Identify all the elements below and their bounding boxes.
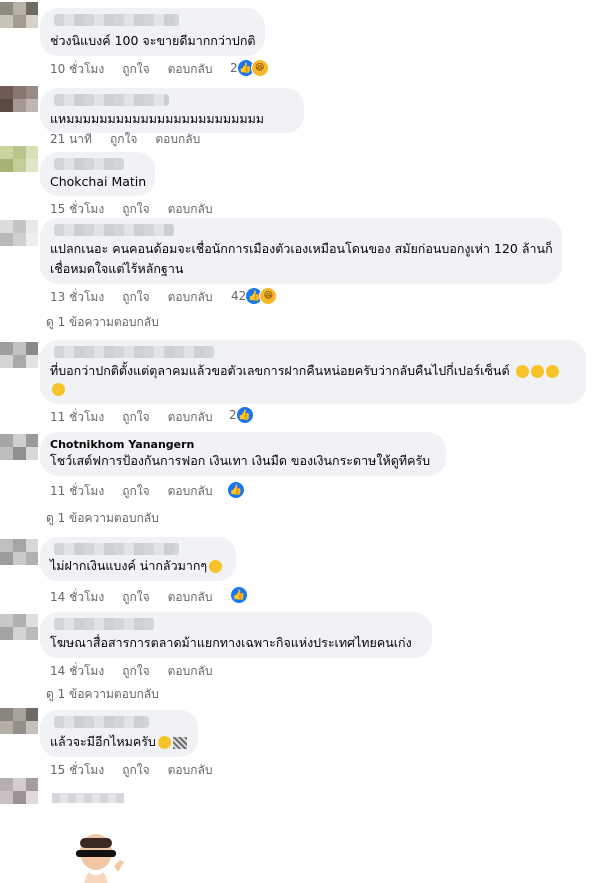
author-name-blurred[interactable] xyxy=(54,224,174,236)
comment-text: ที่บอกว่าปกติตั้งแต่ตุลาคมแล้วขอตัวเลขกา… xyxy=(50,360,559,382)
like-action[interactable]: ถูกใจ xyxy=(122,664,149,678)
author-name-blurred[interactable] xyxy=(54,94,169,106)
view-replies-link[interactable]: ดู 1 ข้อความตอบกลับ xyxy=(46,313,159,332)
author-name-blurred[interactable] xyxy=(52,793,124,803)
comment-text: ช่วงนิแบงค์ 100 จะขายดีมากกว่าปกติ xyxy=(50,33,256,48)
comment-time[interactable]: 13 ชั่วโมง xyxy=(50,290,104,304)
reply-action[interactable]: ตอบกลับ xyxy=(168,62,213,76)
avatar[interactable] xyxy=(0,86,38,126)
reply-action[interactable]: ตอบกลับ xyxy=(168,484,213,498)
reply-action[interactable]: ตอบกลับ xyxy=(168,590,213,604)
comment-meta: 15 ชั่วโมง ถูกใจ ตอบกลับ xyxy=(50,200,230,219)
comment-time[interactable]: 15 ชั่วโมง xyxy=(50,763,104,777)
laugh-emoji-icon xyxy=(209,560,223,573)
comment-text: โชว์เสต์ฟการป้องกันการฟอก เงินเทา เงินมื… xyxy=(50,453,431,468)
avatar[interactable] xyxy=(0,2,38,42)
reply-action[interactable]: ตอบกลับ xyxy=(168,664,213,678)
reply-action[interactable]: ตอบกลับ xyxy=(168,290,213,304)
comment-time[interactable]: 11 ชั่วโมง xyxy=(50,484,104,498)
pixelated-sticker-icon xyxy=(172,736,187,749)
comment-meta: 14 ชั่วโมง ถูกใจ ตอบกลับ xyxy=(50,588,230,607)
avatar[interactable] xyxy=(0,434,38,474)
comment-time[interactable]: 15 ชั่วโมง xyxy=(50,202,104,216)
author-name-blurred[interactable] xyxy=(54,618,154,630)
like-action[interactable]: ถูกใจ xyxy=(122,290,149,304)
smile-emoji-icon xyxy=(515,365,529,378)
reaction-summary[interactable]: 42 👍 😆 xyxy=(231,287,278,305)
smile-emoji-icon xyxy=(545,365,559,378)
reply-action[interactable]: ตอบกลับ xyxy=(168,202,213,216)
avatar[interactable] xyxy=(0,342,38,382)
laugh-emoji-icon xyxy=(157,736,171,749)
comment-time[interactable]: 14 ชั่วโมง xyxy=(50,590,104,604)
comment-bubble: ช่วงนิแบงค์ 100 จะขายดีมากกว่าปกติ xyxy=(40,8,265,56)
like-action[interactable]: ถูกใจ xyxy=(122,410,149,424)
comment-bubble: แล้วจะมีอีกไหมครับ xyxy=(40,710,198,757)
reply-action[interactable]: ตอบกลับ xyxy=(168,763,213,777)
reaction-count: 42 xyxy=(231,289,247,303)
like-action[interactable]: ถูกใจ xyxy=(122,590,149,604)
like-action[interactable]: ถูกใจ xyxy=(122,763,149,777)
comment-time[interactable]: 14 ชั่วโมง xyxy=(50,664,104,678)
comment-meta: 15 ชั่วโมง ถูกใจ ตอบกลับ xyxy=(50,761,230,780)
reaction-summary[interactable]: 2 👍 😆 xyxy=(230,59,269,77)
comment-meta: 13 ชั่วโมง ถูกใจ ตอบกลับ xyxy=(50,288,230,307)
haha-icon: 😆 xyxy=(259,287,278,305)
comment-text: ไม่ฝากเงินแบงค์ น่ากลัวมากๆ xyxy=(50,555,223,577)
reaction-count: 2 xyxy=(229,408,237,422)
smile-emoji-icon xyxy=(52,383,65,396)
comment-time[interactable]: 11 ชั่วโมง xyxy=(50,410,104,424)
comment-text-line2: เชื่อหมดใจแต่ไร้หลักฐาน xyxy=(50,261,184,276)
comment-text: โฆษณาสื่อสารการตลาดม้าแยกทางเฉพาะกิจแห่ง… xyxy=(50,635,412,650)
comment-text: แล้วจะมีอีกไหมครับ xyxy=(50,731,187,753)
avatar[interactable] xyxy=(0,778,38,818)
comment-meta: 10 ชั่วโมง ถูกใจ ตอบกลับ xyxy=(50,60,230,79)
reaction-summary[interactable]: 👍 xyxy=(228,482,244,498)
comment-meta: 11 ชั่วโมง ถูกใจ ตอบกลับ xyxy=(50,408,230,427)
author-name-blurred[interactable] xyxy=(54,543,179,555)
smile-emoji-icon xyxy=(530,365,544,378)
author-name[interactable]: Chokchai Matin xyxy=(50,171,146,193)
like-icon: 👍 xyxy=(228,482,244,498)
author-name-blurred[interactable] xyxy=(54,716,149,728)
comment-time[interactable]: 21 นาที xyxy=(50,132,92,146)
author-name-blurred[interactable] xyxy=(54,346,214,358)
author-name-blurred[interactable] xyxy=(54,14,179,26)
comment-bubble: แปลกเนอะ คนคอนด้อมจะเชื่อนักการเมืองตัวเ… xyxy=(40,218,562,284)
reaction-summary[interactable]: 👍 xyxy=(231,587,247,603)
like-action[interactable]: ถูกใจ xyxy=(110,132,137,146)
comment-text: แปลกเนอะ คนคอนด้อมจะเชื่อนักการเมืองตัวเ… xyxy=(50,241,553,256)
comment-text-line2 xyxy=(50,378,65,400)
comment-bubble: ที่บอกว่าปกติตั้งแต่ตุลาคมแล้วขอตัวเลขกา… xyxy=(40,340,586,404)
comment-bubble: Chokchai Matin xyxy=(40,152,155,196)
avatar[interactable] xyxy=(0,220,38,260)
comment-bubble: Chotnikhom Yanangern โชว์เสต์ฟการป้องกัน… xyxy=(40,432,446,476)
comment-bubble: แหมมมมมมมมมมมมมมมมมมมมมมมม xyxy=(40,88,304,133)
avatar[interactable] xyxy=(0,708,38,748)
reply-action[interactable]: ตอบกลับ xyxy=(155,132,200,146)
avatar[interactable] xyxy=(0,539,38,579)
like-action[interactable]: ถูกใจ xyxy=(122,62,149,76)
haha-icon: 😆 xyxy=(250,59,269,77)
sticker-image xyxy=(76,834,124,883)
comment-meta: 14 ชั่วโมง ถูกใจ ตอบกลับ xyxy=(50,662,230,681)
reaction-count: 2 xyxy=(230,61,238,75)
reaction-summary[interactable]: 2 👍 xyxy=(229,407,253,423)
author-name-blurred[interactable] xyxy=(54,158,124,170)
avatar[interactable] xyxy=(0,146,38,186)
comment-meta: 11 ชั่วโมง ถูกใจ ตอบกลับ xyxy=(50,482,230,501)
avatar[interactable] xyxy=(0,614,38,654)
like-icon: 👍 xyxy=(236,407,253,423)
like-icon: 👍 xyxy=(231,587,247,603)
like-action[interactable]: ถูกใจ xyxy=(122,202,149,216)
comment-bubble: ไม่ฝากเงินแบงค์ น่ากลัวมากๆ xyxy=(40,537,236,581)
reply-action[interactable]: ตอบกลับ xyxy=(168,410,213,424)
comment-time[interactable]: 10 ชั่วโมง xyxy=(50,62,104,76)
view-replies-link[interactable]: ดู 1 ข้อความตอบกลับ xyxy=(46,685,159,704)
comment-bubble: โฆษณาสื่อสารการตลาดม้าแยกทางเฉพาะกิจแห่ง… xyxy=(40,612,432,658)
like-action[interactable]: ถูกใจ xyxy=(122,484,149,498)
comment-meta: 21 นาที ถูกใจ ตอบกลับ xyxy=(50,130,218,149)
comment-text: แหมมมมมมมมมมมมมมมมมมมมมมมม xyxy=(50,111,265,126)
view-replies-link[interactable]: ดู 1 ข้อความตอบกลับ xyxy=(46,509,159,528)
